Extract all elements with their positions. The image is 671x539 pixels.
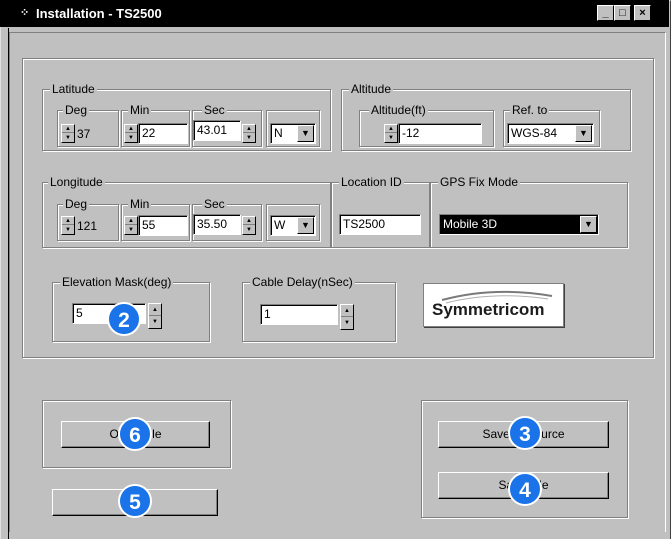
chevron-down-icon[interactable]: ▼ (297, 125, 314, 142)
lon-sec-field[interactable]: 35.50 (193, 214, 241, 235)
altitude-field[interactable]: -12 (398, 123, 482, 144)
lat-deg-spinner[interactable]: ▲ ▼ (61, 124, 75, 143)
location-label: Location ID (339, 175, 404, 189)
spin-up-icon[interactable]: ▲ (243, 125, 255, 133)
lon-sec-spinner[interactable]: ▲ ▼ (242, 216, 256, 235)
chevron-down-icon[interactable]: ▼ (580, 216, 597, 233)
maximize-icon: □ (619, 7, 626, 19)
spin-up-icon[interactable]: ▲ (243, 217, 255, 225)
altitude-ft-label: Altitude(ft) (369, 103, 428, 117)
ref-value: WGS-84 (511, 126, 558, 140)
callout-badge-3: 3 (508, 416, 542, 450)
lon-dir-value: W (274, 218, 286, 232)
spin-down-icon[interactable]: ▼ (62, 134, 74, 142)
spin-down-icon[interactable]: ▼ (125, 226, 137, 234)
app-icon: ⁘ (20, 7, 30, 19)
altitude-spinner[interactable]: ▲ ▼ (384, 124, 398, 143)
callout-badge-6: 6 (118, 417, 152, 451)
lon-deg-spinner[interactable]: ▲ ▼ (61, 216, 75, 235)
spin-down-icon[interactable]: ▼ (243, 226, 255, 234)
lon-min-label: Min (128, 197, 152, 211)
cable-spinner[interactable]: ▲ ▼ (340, 304, 354, 330)
minimize-icon: _ (602, 7, 609, 19)
spin-up-icon[interactable]: ▲ (385, 125, 397, 133)
logo-text: Symmetricom (432, 300, 545, 319)
altitude-label: Altitude (349, 82, 394, 96)
lat-dir-value: N (274, 126, 283, 140)
elevation-label: Elevation Mask(deg) (60, 275, 174, 289)
longitude-label: Longitude (48, 175, 105, 189)
lat-min-spinner[interactable]: ▲ ▼ (124, 124, 138, 143)
lon-deg-value[interactable]: 121 (77, 219, 97, 233)
latitude-label: Latitude (50, 82, 97, 96)
cable-delay-field[interactable]: 1 (260, 304, 338, 325)
maximize-button[interactable]: □ (614, 5, 631, 21)
symmetricom-logo: Symmetricom (423, 283, 564, 327)
lon-sec-label: Sec (202, 197, 227, 211)
spin-up-icon[interactable]: ▲ (62, 125, 74, 133)
spin-up-icon[interactable]: ▲ (125, 125, 137, 133)
lat-sec-field[interactable]: 43.01 (193, 120, 241, 141)
spin-down-icon[interactable]: ▼ (62, 226, 74, 234)
location-id-field[interactable]: TS2500 (339, 214, 421, 235)
lat-min-label: Min (128, 103, 152, 117)
gps-fix-value: Mobile 3D (443, 217, 498, 231)
lon-min-field[interactable]: 55 (138, 215, 188, 236)
close-button[interactable]: × (634, 5, 651, 21)
spin-up-icon[interactable]: ▲ (149, 304, 161, 316)
ref-label: Ref. to (510, 103, 550, 117)
spin-down-icon[interactable]: ▼ (149, 316, 161, 328)
spin-up-icon[interactable]: ▲ (125, 217, 137, 225)
lat-deg-value[interactable]: 37 (77, 127, 90, 141)
callout-badge-2: 2 (107, 302, 141, 336)
spin-down-icon[interactable]: ▼ (385, 134, 397, 142)
spin-down-icon[interactable]: ▼ (243, 134, 255, 142)
gps-fix-label: GPS Fix Mode (438, 175, 521, 189)
minimize-button[interactable]: _ (597, 5, 614, 21)
lat-min-field[interactable]: 22 (138, 123, 188, 144)
title-bar[interactable]: ⁘ Installation - TS2500 (0, 0, 669, 27)
gps-fix-select[interactable]: Mobile 3D (439, 214, 599, 235)
spin-down-icon[interactable]: ▼ (341, 317, 353, 329)
lon-min-spinner[interactable]: ▲ ▼ (124, 216, 138, 235)
lat-deg-label: Deg (63, 103, 90, 117)
chevron-down-icon[interactable]: ▼ (575, 125, 592, 142)
window-title: Installation - TS2500 (36, 6, 162, 21)
callout-badge-5: 5 (118, 484, 152, 518)
chevron-down-icon[interactable]: ▼ (297, 217, 314, 234)
lat-sec-label: Sec (202, 103, 227, 117)
lat-sec-spinner[interactable]: ▲ ▼ (242, 124, 256, 143)
spin-up-icon[interactable]: ▲ (62, 217, 74, 225)
spin-up-icon[interactable]: ▲ (341, 305, 353, 317)
elevation-spinner[interactable]: ▲ ▼ (148, 303, 162, 329)
spin-down-icon[interactable]: ▼ (125, 134, 137, 142)
close-icon: × (639, 7, 646, 19)
cable-label: Cable Delay(nSec) (250, 275, 355, 289)
lon-deg-label: Deg (63, 197, 90, 211)
callout-badge-4: 4 (508, 472, 542, 506)
